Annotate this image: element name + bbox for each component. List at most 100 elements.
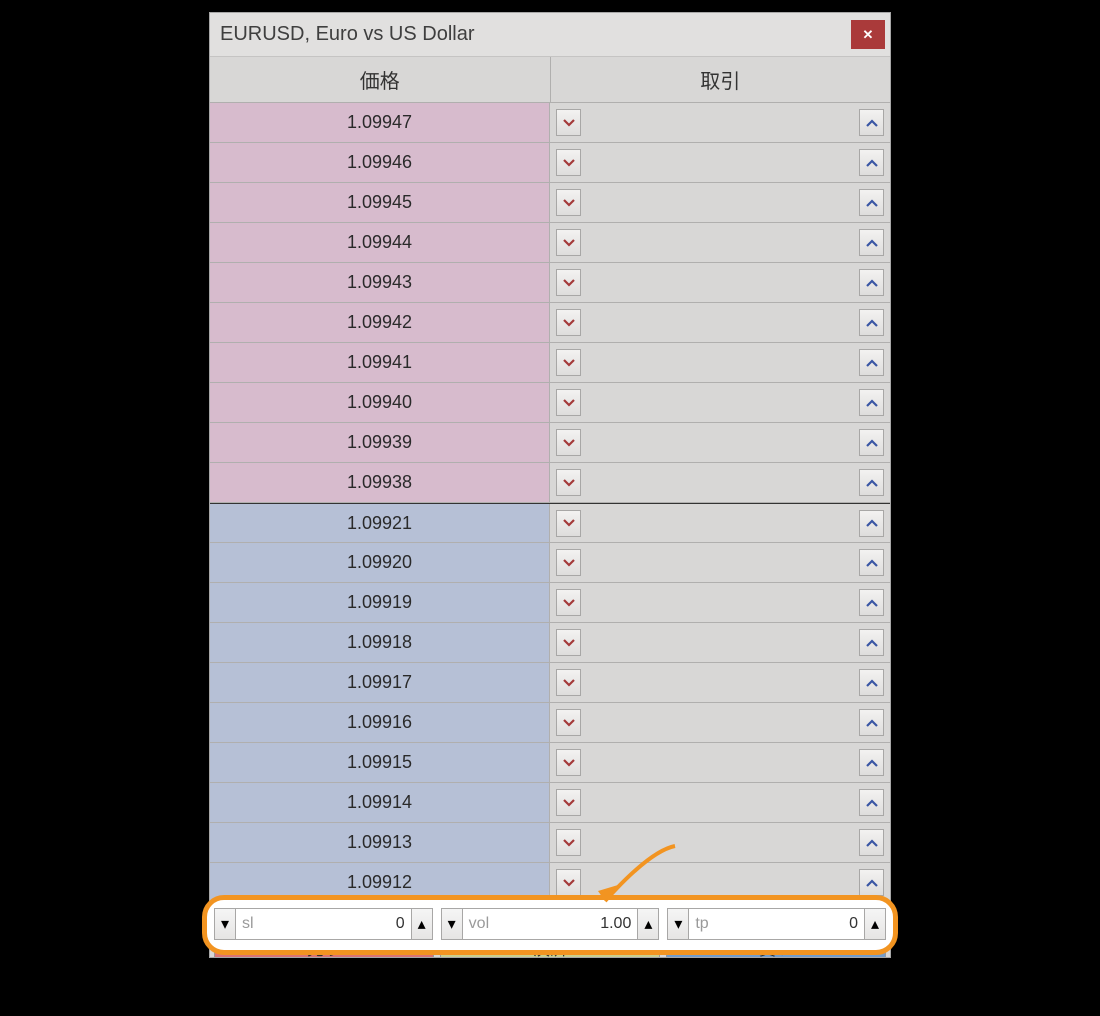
sell-at-price-button[interactable] [556,829,581,856]
sell-at-price-button[interactable] [556,549,581,576]
sl-input[interactable]: sl 0 [236,908,411,940]
vol-increment[interactable]: ▴ [637,908,659,940]
sell-at-price-button[interactable] [556,349,581,376]
vol-decrement[interactable]: ▾ [441,908,463,940]
buy-at-price-button[interactable] [859,229,884,256]
buy-at-price-button[interactable] [859,429,884,456]
buy-at-price-button[interactable] [859,629,884,656]
sell-at-price-button[interactable] [556,269,581,296]
sell-at-price-button[interactable] [556,510,581,537]
tp-value: 0 [849,915,858,933]
chevron-down-icon [563,674,575,692]
vol-stepper[interactable]: ▾ vol 1.00 ▴ [441,908,660,940]
sl-increment[interactable]: ▴ [411,908,433,940]
price-cell[interactable]: 1.09938 [210,463,550,502]
sell-at-price-button[interactable] [556,429,581,456]
buy-at-price-button[interactable] [859,189,884,216]
price-cell[interactable]: 1.09940 [210,383,550,422]
vol-input[interactable]: vol 1.00 [463,908,638,940]
tp-increment[interactable]: ▴ [864,908,886,940]
buy-at-price-button[interactable] [859,709,884,736]
sell-at-price-button[interactable] [556,749,581,776]
sell-at-price-button[interactable] [556,629,581,656]
trade-cell [550,383,890,422]
trade-cell [550,263,890,302]
tp-decrement[interactable]: ▾ [667,908,689,940]
chevron-down-icon [563,154,575,172]
price-cell[interactable]: 1.09914 [210,783,550,822]
sell-at-price-button[interactable] [556,109,581,136]
chevron-down-icon [563,234,575,252]
trade-cell [550,783,890,822]
chevron-down-icon [563,794,575,812]
window-title: EURUSD, Euro vs US Dollar [220,23,475,46]
price-cell[interactable]: 1.09917 [210,663,550,702]
triangle-up-icon: ▴ [871,914,879,934]
sell-at-price-button[interactable] [556,669,581,696]
sell-at-price-button[interactable] [556,189,581,216]
buy-at-price-button[interactable] [859,109,884,136]
buy-at-price-button[interactable] [859,789,884,816]
price-cell[interactable]: 1.09918 [210,623,550,662]
buy-at-price-button[interactable] [859,669,884,696]
sell-at-price-button[interactable] [556,589,581,616]
chevron-down-icon [563,354,575,372]
price-cell[interactable]: 1.09913 [210,823,550,862]
buy-at-price-button[interactable] [859,389,884,416]
sell-at-price-button[interactable] [556,789,581,816]
price-cell[interactable]: 1.09920 [210,543,550,582]
buy-at-price-button[interactable] [859,589,884,616]
price-cell[interactable]: 1.09941 [210,343,550,382]
buy-at-price-button[interactable] [859,510,884,537]
sell-at-price-button[interactable] [556,709,581,736]
price-cell[interactable]: 1.09942 [210,303,550,342]
tp-stepper[interactable]: ▾ tp 0 ▴ [667,908,886,940]
buy-at-price-button[interactable] [859,829,884,856]
chevron-up-icon [866,234,878,252]
trade-cell [550,303,890,342]
tp-input[interactable]: tp 0 [689,908,864,940]
buy-at-price-button[interactable] [859,309,884,336]
chevron-up-icon [866,594,878,612]
dom-panel: EURUSD, Euro vs US Dollar ✕ 価格 取引 1.0994… [209,12,891,958]
price-cell[interactable]: 1.09915 [210,743,550,782]
price-cell[interactable]: 1.09921 [210,504,550,542]
chevron-down-icon [563,114,575,132]
sell-at-price-button[interactable] [556,469,581,496]
price-cell[interactable]: 1.09916 [210,703,550,742]
price-cell[interactable]: 1.09944 [210,223,550,262]
buy-at-price-button[interactable] [859,149,884,176]
price-cell[interactable]: 1.09939 [210,423,550,462]
buy-at-price-button[interactable] [859,549,884,576]
chevron-up-icon [866,394,878,412]
price-ladder: 1.099471.099461.099451.099441.099431.099… [210,103,890,903]
sell-at-price-button[interactable] [556,229,581,256]
buy-at-price-button[interactable] [859,349,884,376]
triangle-down-icon: ▾ [674,914,682,934]
close-button[interactable]: ✕ [851,20,885,49]
header-trade: 取引 [551,57,891,102]
buy-at-price-button[interactable] [859,469,884,496]
buy-at-price-button[interactable] [859,749,884,776]
chevron-up-icon [866,114,878,132]
price-cell[interactable]: 1.09943 [210,263,550,302]
sl-stepper[interactable]: ▾ sl 0 ▴ [214,908,433,940]
sell-at-price-button[interactable] [556,309,581,336]
sell-at-price-button[interactable] [556,149,581,176]
ladder-row: 1.09943 [210,263,890,303]
tp-label: tp [695,915,708,933]
trade-cell [550,703,890,742]
sl-decrement[interactable]: ▾ [214,908,236,940]
sell-at-price-button[interactable] [556,389,581,416]
price-cell[interactable]: 1.09945 [210,183,550,222]
price-cell[interactable]: 1.09919 [210,583,550,622]
triangle-up-icon: ▴ [418,914,426,934]
sell-at-price-button[interactable] [556,869,581,896]
price-cell[interactable]: 1.09947 [210,103,550,142]
buy-at-price-button[interactable] [859,269,884,296]
price-cell[interactable]: 1.09946 [210,143,550,182]
chevron-up-icon [866,754,878,772]
chevron-down-icon [563,274,575,292]
buy-at-price-button[interactable] [859,869,884,896]
ladder-row: 1.09946 [210,143,890,183]
